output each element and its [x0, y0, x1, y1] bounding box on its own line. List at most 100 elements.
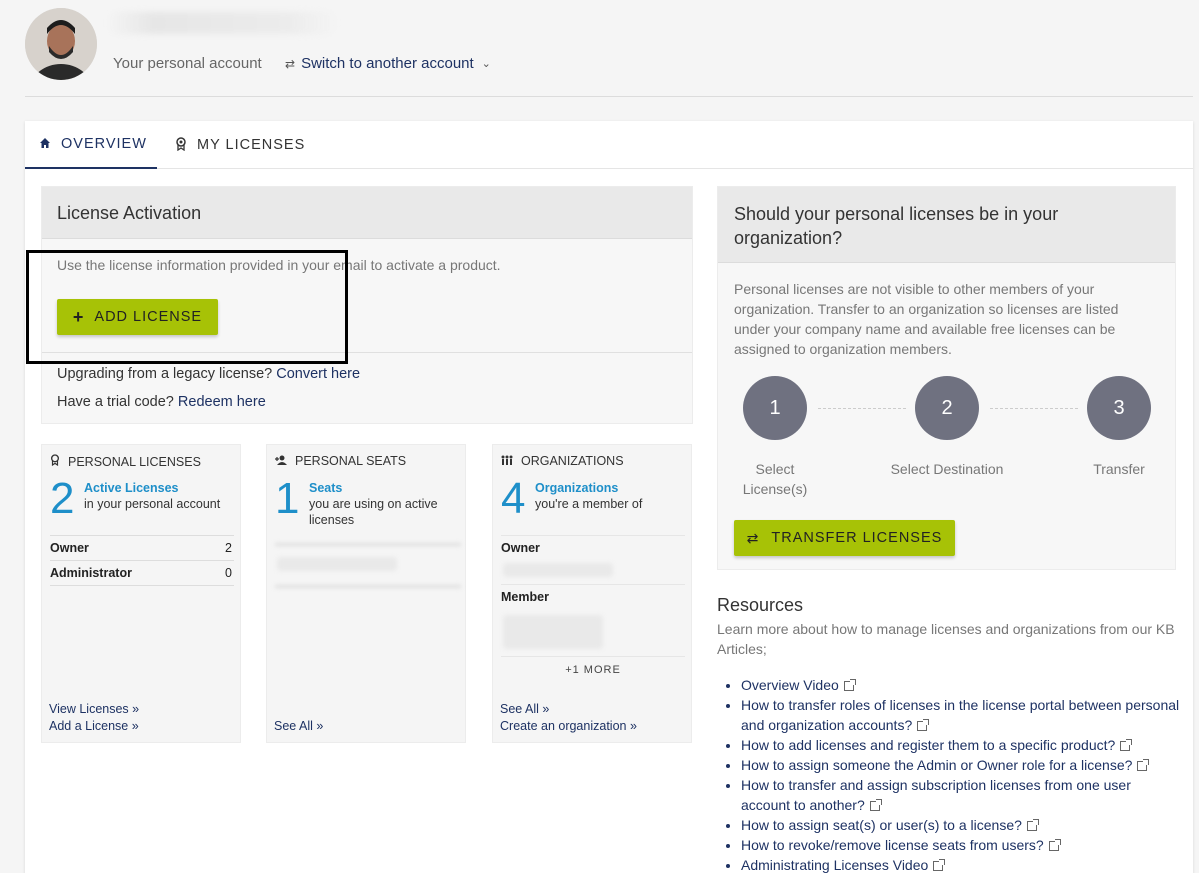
- user-add-icon: [275, 455, 287, 468]
- member-orgs-label: Member: [501, 590, 549, 604]
- seats-sub: Seats you are using on active licenses: [309, 480, 464, 528]
- divider: [50, 585, 234, 586]
- redacted-seat: [277, 557, 397, 571]
- list-item: How to assign someone the Admin or Owner…: [741, 755, 1181, 775]
- owner-orgs-label: Owner: [501, 541, 540, 555]
- step-1-circle: 1: [743, 376, 807, 440]
- step-2-label: Select Destination: [890, 461, 1004, 477]
- see-all-orgs-link[interactable]: See All »: [500, 702, 549, 716]
- list-item: Administrating Licenses Video: [741, 855, 1181, 873]
- active-licenses-link[interactable]: Active Licenses: [84, 480, 239, 496]
- resource-link[interactable]: Overview Video: [741, 677, 839, 693]
- tab-overview-label: OVERVIEW: [61, 136, 147, 152]
- resources-list: Overview Video How to transfer roles of …: [741, 675, 1181, 873]
- orgs-sub: Organizations you're a member of: [535, 480, 690, 512]
- avatar[interactable]: [25, 8, 97, 80]
- avatar-photo: [25, 8, 97, 80]
- swap-icon: ⇄: [746, 529, 760, 546]
- external-link-icon: [1120, 739, 1133, 751]
- trial-text: Have a trial code?: [57, 394, 174, 410]
- list-item: How to add licenses and register them to…: [741, 735, 1181, 755]
- view-licenses-link[interactable]: View Licenses »: [49, 702, 139, 716]
- resource-link[interactable]: How to transfer roles of licenses in the…: [741, 697, 1179, 733]
- external-link-icon: [869, 799, 882, 811]
- licenses-count: 2: [50, 474, 75, 523]
- legacy-line: Upgrading from a legacy license? Convert…: [57, 366, 360, 382]
- account-header: Your personal account ⇄ Switch to anothe…: [25, 8, 1193, 97]
- step-connector: [990, 408, 1078, 409]
- orgs-sub-text: you're a member of: [535, 497, 643, 511]
- org-transfer-panel: Should your personal licenses be in your…: [717, 186, 1176, 570]
- resource-link[interactable]: How to add licenses and register them to…: [741, 737, 1115, 753]
- badge-icon: [50, 454, 60, 469]
- orgs-count: 4: [501, 474, 526, 523]
- create-organization-link[interactable]: Create an organization »: [500, 719, 637, 733]
- divider: [275, 543, 461, 546]
- external-link-icon: [1026, 819, 1039, 831]
- switch-account-button[interactable]: ⇄ Switch to another account ⌄: [285, 55, 491, 72]
- tab-my-licenses-label: MY LICENSES: [197, 137, 306, 153]
- organizations-title-text: ORGANIZATIONS: [521, 454, 624, 468]
- resources-description: Learn more about how to manage licenses …: [717, 621, 1175, 657]
- step-2-circle: 2: [915, 376, 979, 440]
- tab-my-licenses[interactable]: MY LICENSES: [175, 121, 305, 169]
- external-link-icon: [1137, 759, 1150, 771]
- resource-link[interactable]: How to assign seat(s) or user(s) to a li…: [741, 817, 1022, 833]
- tab-bar: OVERVIEW MY LICENSES: [25, 121, 1193, 169]
- redacted-org: [503, 563, 613, 577]
- external-link-icon: [843, 679, 856, 691]
- licenses-sub-text: in your personal account: [84, 497, 221, 511]
- external-link-icon: [1048, 839, 1061, 851]
- license-activation-title: License Activation: [42, 187, 692, 239]
- org-icon: [501, 455, 513, 468]
- redeem-here-link[interactable]: Redeem here: [178, 394, 266, 410]
- owner-count: 2: [225, 541, 232, 555]
- external-link-icon: [933, 859, 946, 871]
- organizations-title: ORGANIZATIONS: [501, 454, 624, 468]
- organizations-card: ORGANIZATIONS 4 Organizations you're a m…: [492, 444, 692, 743]
- badge-icon: [175, 136, 187, 154]
- resource-link[interactable]: How to assign someone the Admin or Owner…: [741, 757, 1132, 773]
- add-a-license-link[interactable]: Add a License »: [49, 719, 139, 733]
- divider: [275, 585, 461, 588]
- resource-link[interactable]: Administrating Licenses Video: [741, 857, 928, 873]
- personal-licenses-card: PERSONAL LICENSES 2 Active Licenses in y…: [41, 444, 241, 743]
- org-transfer-title: Should your personal licenses be in your…: [718, 187, 1175, 263]
- step-1-label: Select License(s): [742, 461, 808, 497]
- member-orgs-row: Member: [501, 584, 685, 609]
- chevron-down-icon: ⌄: [481, 58, 491, 70]
- legacy-text: Upgrading from a legacy license?: [57, 366, 273, 382]
- step-3-circle: 3: [1087, 376, 1151, 440]
- switch-account-label: Switch to another account: [301, 55, 474, 72]
- step-connector: [818, 408, 906, 409]
- trial-line: Have a trial code? Redeem here: [57, 394, 266, 410]
- highlight-box: [26, 250, 348, 364]
- administrator-row: Administrator 0: [50, 560, 234, 585]
- redacted-org-list: [503, 615, 603, 649]
- step-3-label: Transfer: [1093, 461, 1145, 477]
- seats-link[interactable]: Seats: [309, 480, 464, 496]
- seats-sub-text: you are using on active licenses: [309, 497, 438, 527]
- more-orgs-button[interactable]: +1 MORE: [493, 664, 693, 676]
- list-item: How to transfer and assign subscription …: [741, 775, 1181, 815]
- account-name-redacted: [107, 12, 337, 34]
- list-item: How to revoke/remove license seats from …: [741, 835, 1181, 855]
- resource-link[interactable]: How to revoke/remove license seats from …: [741, 837, 1044, 853]
- personal-seats-title-text: PERSONAL SEATS: [295, 454, 407, 468]
- home-icon: [39, 137, 51, 152]
- convert-here-link[interactable]: Convert here: [276, 366, 360, 382]
- account-label: Your personal account: [113, 55, 262, 72]
- seats-count: 1: [275, 474, 300, 523]
- administrator-count: 0: [225, 566, 232, 580]
- list-item: Overview Video: [741, 675, 1181, 695]
- see-all-seats-link[interactable]: See All »: [274, 719, 323, 733]
- org-transfer-description: Personal licenses are not visible to oth…: [734, 281, 1119, 357]
- licenses-sub: Active Licenses in your personal account: [84, 480, 239, 512]
- main-card: OVERVIEW MY LICENSES License Activation …: [25, 121, 1193, 873]
- transfer-licenses-button[interactable]: ⇄ TRANSFER LICENSES: [734, 520, 955, 556]
- tab-overview[interactable]: OVERVIEW: [25, 121, 157, 169]
- resource-link[interactable]: How to transfer and assign subscription …: [741, 777, 1131, 813]
- personal-seats-title: PERSONAL SEATS: [275, 454, 406, 468]
- transfer-licenses-label: TRANSFER LICENSES: [771, 530, 943, 546]
- organizations-link[interactable]: Organizations: [535, 480, 690, 496]
